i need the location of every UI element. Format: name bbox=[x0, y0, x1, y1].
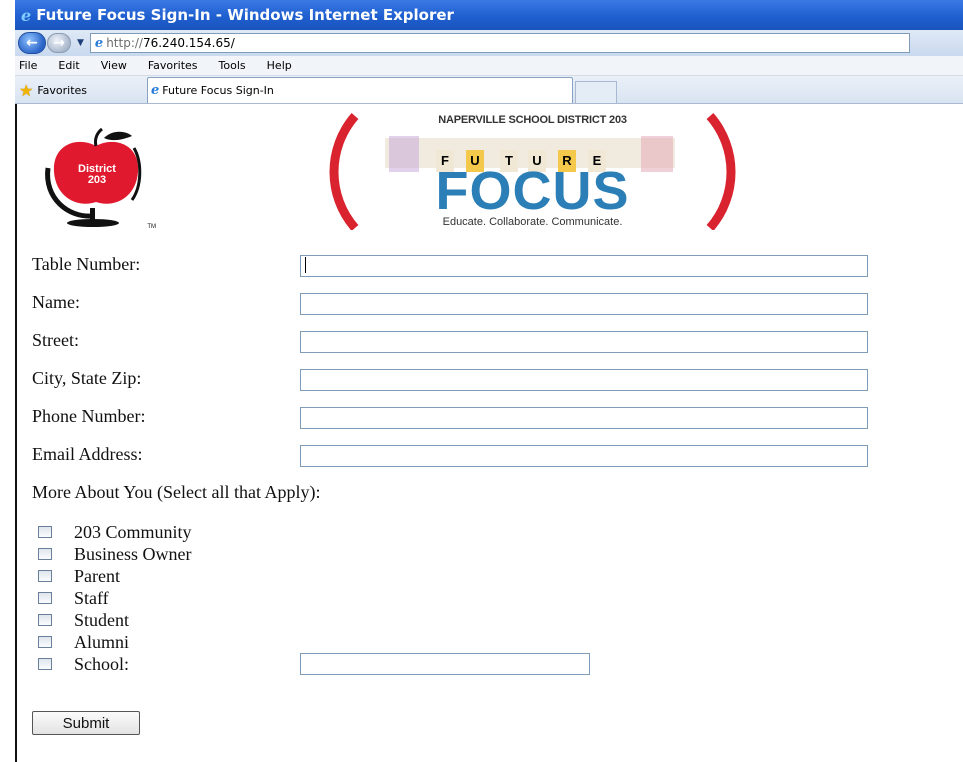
checkbox-label-203-community: 203 Community bbox=[74, 521, 192, 542]
city-state-zip-label: City, State Zip: bbox=[32, 368, 142, 388]
ff-tagline: Educate. Collaborate. Communicate. bbox=[442, 216, 623, 228]
future-focus-logo: NAPERVILLE SCHOOL DISTRICT 203 F U T U R… bbox=[325, 112, 740, 230]
checkbox-label-business-owner: Business Owner bbox=[74, 543, 192, 564]
street-label: Street: bbox=[32, 330, 79, 350]
tab-ie-icon: e bbox=[151, 83, 160, 98]
url-host: 76.240.154.65/ bbox=[142, 36, 235, 50]
checkbox-label-student: Student bbox=[74, 609, 130, 630]
submit-button[interactable]: Submit bbox=[32, 711, 140, 735]
new-tab-button[interactable] bbox=[575, 81, 617, 103]
text-caret bbox=[305, 257, 306, 273]
ff-district-heading: NAPERVILLE SCHOOL DISTRICT 203 bbox=[438, 114, 627, 126]
url-input[interactable]: e http://76.240.154.65/ bbox=[89, 33, 910, 53]
menu-file[interactable]: File bbox=[19, 59, 37, 72]
window-title: Future Focus Sign-In - Windows Internet … bbox=[36, 6, 454, 24]
checkbox-staff[interactable] bbox=[38, 592, 52, 604]
table-number-input[interactable] bbox=[300, 255, 868, 277]
menu-favorites[interactable]: Favorites bbox=[148, 59, 198, 72]
star-icon: ★ bbox=[19, 80, 34, 100]
school-input[interactable] bbox=[300, 653, 590, 675]
favorites-label: Favorites bbox=[37, 83, 88, 97]
more-about-you-heading: More About You (Select all that Apply): bbox=[32, 482, 321, 502]
menu-view[interactable]: View bbox=[101, 59, 127, 72]
checkbox-row-parent[interactable]: Parent bbox=[38, 565, 120, 587]
checkbox-row-staff[interactable]: Staff bbox=[38, 587, 109, 609]
district-tm: TM bbox=[147, 224, 156, 230]
menu-edit[interactable]: Edit bbox=[58, 59, 79, 72]
favorites-bar: ★ Favorites e Future Focus Sign-In bbox=[15, 76, 963, 104]
tab-title: Future Focus Sign-In bbox=[162, 84, 274, 97]
checkbox-alumni[interactable] bbox=[38, 636, 52, 648]
menu-tools[interactable]: Tools bbox=[219, 59, 246, 72]
checkbox-203-community[interactable] bbox=[38, 526, 52, 538]
street-input[interactable] bbox=[300, 331, 868, 353]
checkbox-parent[interactable] bbox=[38, 570, 52, 582]
checkbox-row-student[interactable]: Student bbox=[38, 609, 129, 631]
checkbox-label-staff: Staff bbox=[74, 587, 109, 608]
name-input[interactable] bbox=[300, 293, 868, 315]
menu-help[interactable]: Help bbox=[267, 59, 292, 72]
email-address-input[interactable] bbox=[300, 445, 868, 467]
checkbox-row-school[interactable]: School: bbox=[38, 653, 129, 675]
back-button[interactable]: ← bbox=[18, 32, 46, 54]
checkbox-row-business-owner[interactable]: Business Owner bbox=[38, 543, 192, 565]
checkbox-label-alumni: Alumni bbox=[74, 631, 130, 652]
name-label: Name: bbox=[32, 292, 80, 312]
history-dropdown-icon[interactable]: ▼ bbox=[77, 38, 84, 48]
forward-button[interactable]: → bbox=[47, 33, 71, 53]
email-address-label: Email Address: bbox=[32, 444, 143, 464]
checkbox-student[interactable] bbox=[38, 614, 52, 626]
phone-number-label: Phone Number: bbox=[32, 406, 146, 426]
checkbox-label-school: School: bbox=[74, 653, 130, 674]
window-title-bar[interactable]: e Future Focus Sign-In - Windows Interne… bbox=[15, 0, 963, 30]
address-bar: ← → ▼ e http://76.240.154.65/ bbox=[15, 30, 963, 56]
checkbox-row-203-community[interactable]: 203 Community bbox=[38, 521, 192, 543]
url-protocol: http:// bbox=[106, 36, 143, 50]
checkbox-business-owner[interactable] bbox=[38, 548, 52, 560]
district-text-2: 203 bbox=[87, 174, 107, 186]
table-number-label: Table Number: bbox=[32, 254, 141, 274]
favorites-button[interactable]: ★ Favorites bbox=[15, 77, 147, 103]
menu-bar: File Edit View Favorites Tools Help bbox=[15, 56, 963, 76]
checkbox-label-parent: Parent bbox=[74, 565, 120, 586]
checkbox-school[interactable] bbox=[38, 658, 52, 670]
page-icon: e bbox=[94, 35, 104, 51]
district-203-logo: TM District 203 bbox=[38, 127, 156, 230]
checkbox-row-alumni[interactable]: Alumni bbox=[38, 631, 129, 653]
ff-focus-word: FOCUS bbox=[435, 161, 630, 221]
window-frame-edge bbox=[15, 104, 17, 762]
ie-icon: e bbox=[21, 5, 32, 25]
tab-future-focus[interactable]: e Future Focus Sign-In bbox=[147, 77, 573, 103]
phone-number-input[interactable] bbox=[300, 407, 868, 429]
city-state-zip-input[interactable] bbox=[300, 369, 868, 391]
